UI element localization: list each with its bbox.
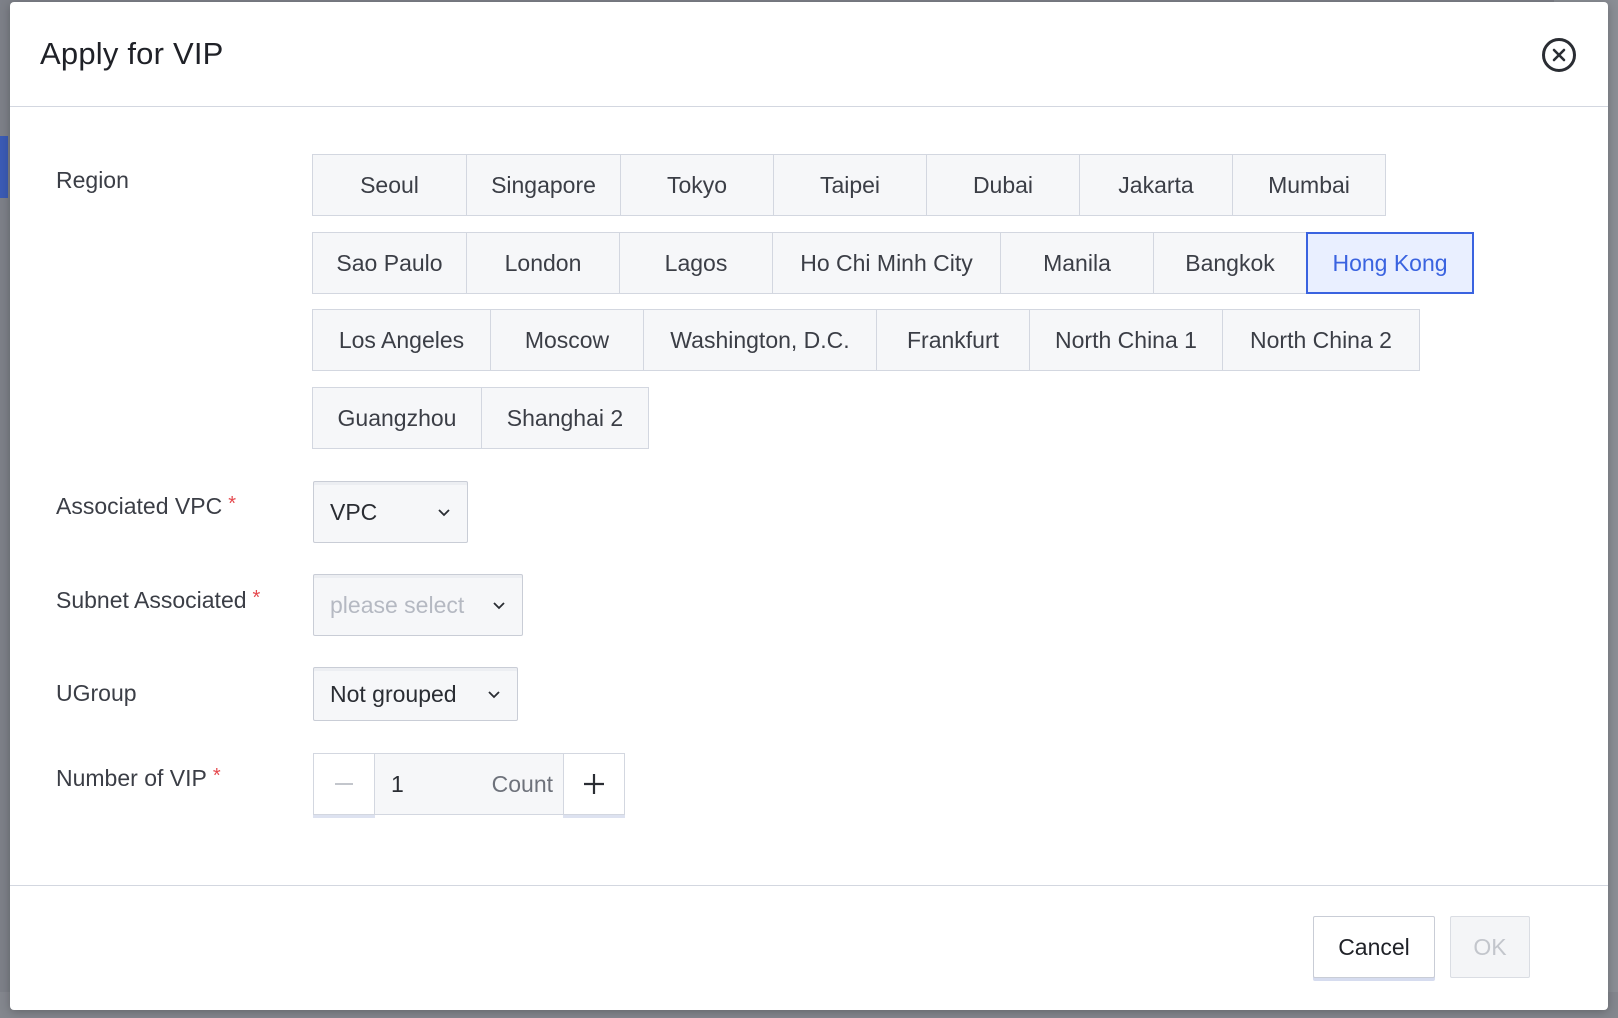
vpc-select-value: VPC — [330, 498, 378, 525]
region-option[interactable]: Ho Chi Minh City — [772, 232, 1001, 294]
region-option[interactable]: Tokyo — [620, 154, 774, 216]
region-option[interactable]: North China 2 — [1222, 309, 1420, 371]
number-of-vip-label-text: Number of VIP — [56, 765, 207, 791]
ugroup-label: UGroup — [56, 680, 137, 706]
region-row: Guangzhou Shanghai 2 — [312, 387, 649, 449]
region-option[interactable]: Moscow — [490, 309, 644, 371]
dialog-footer: Cancel OK — [10, 885, 1608, 1010]
subnet-associated-label-text: Subnet Associated — [56, 587, 247, 613]
decrement-button[interactable] — [313, 753, 375, 815]
region-option[interactable]: Shanghai 2 — [481, 387, 649, 449]
dialog-body: Region Seoul Singapore Tokyo Taipei Dubai Jak… — [10, 107, 1608, 887]
region-option[interactable]: Singapore — [466, 154, 621, 216]
close-circle-icon — [1552, 48, 1566, 62]
region-row: Sao Paulo London Lagos Ho Chi Minh City Mani… — [312, 232, 1474, 294]
background-accent-bar — [0, 136, 8, 198]
vip-count-unit: Count — [491, 770, 553, 797]
vpc-select[interactable]: VPC — [313, 481, 468, 543]
dialog-title: Apply for VIP — [40, 36, 224, 71]
close-button[interactable] — [1542, 38, 1576, 72]
chevron-down-icon — [438, 509, 450, 517]
region-option[interactable]: Lagos — [619, 232, 773, 294]
ugroup-select[interactable]: Not grouped — [313, 667, 518, 721]
required-mark: * — [252, 587, 261, 609]
vip-count-stepper: 1 Count — [313, 753, 625, 815]
chevron-down-icon — [488, 691, 500, 699]
ok-button[interactable]: OK — [1450, 916, 1530, 978]
vip-count-value: 1 — [391, 770, 404, 797]
dialog-header: Apply for VIP — [10, 2, 1608, 107]
region-option[interactable]: Washington, D.C. — [643, 309, 877, 371]
region-option[interactable]: Sao Paulo — [312, 232, 467, 294]
region-option[interactable]: Dubai — [926, 154, 1080, 216]
minus-icon — [335, 783, 353, 785]
region-option[interactable]: Mumbai — [1232, 154, 1386, 216]
chevron-down-icon — [493, 602, 505, 610]
subnet-select-placeholder: please select — [330, 591, 465, 618]
region-option[interactable]: Guangzhou — [312, 387, 482, 449]
required-mark: * — [212, 765, 221, 787]
vip-count-input[interactable]: 1 Count — [375, 753, 563, 815]
ugroup-select-value: Not grouped — [330, 680, 457, 707]
region-row: Seoul Singapore Tokyo Taipei Dubai Jakarta Mum… — [312, 154, 1386, 216]
associated-vpc-label-text: Associated VPC — [56, 493, 223, 519]
region-option[interactable]: Bangkok — [1153, 232, 1307, 294]
subnet-select[interactable]: please select — [313, 574, 523, 636]
region-option[interactable]: Jakarta — [1079, 154, 1233, 216]
associated-vpc-label: Associated VPC * — [56, 493, 236, 520]
region-option[interactable]: Seoul — [312, 154, 467, 216]
region-option[interactable]: Frankfurt — [876, 309, 1030, 371]
subnet-associated-label: Subnet Associated * — [56, 587, 260, 614]
plus-icon — [584, 774, 604, 794]
region-option[interactable]: London — [466, 232, 620, 294]
region-option[interactable]: Manila — [1000, 232, 1154, 294]
cancel-button[interactable]: Cancel — [1313, 916, 1435, 978]
region-option[interactable]: North China 1 — [1029, 309, 1223, 371]
region-option[interactable]: Los Angeles — [312, 309, 491, 371]
region-option[interactable]: Hong Kong — [1306, 232, 1474, 294]
region-row: Los Angeles Moscow Washington, D.C. Frankfu… — [312, 309, 1420, 371]
increment-button[interactable] — [563, 753, 625, 815]
region-option[interactable]: Taipei — [773, 154, 927, 216]
number-of-vip-label: Number of VIP * — [56, 765, 221, 792]
apply-vip-dialog: Apply for VIP Region Seoul Singapore Tokyo… — [10, 2, 1608, 1010]
required-mark: * — [228, 493, 236, 515]
region-label: Region — [56, 167, 129, 193]
